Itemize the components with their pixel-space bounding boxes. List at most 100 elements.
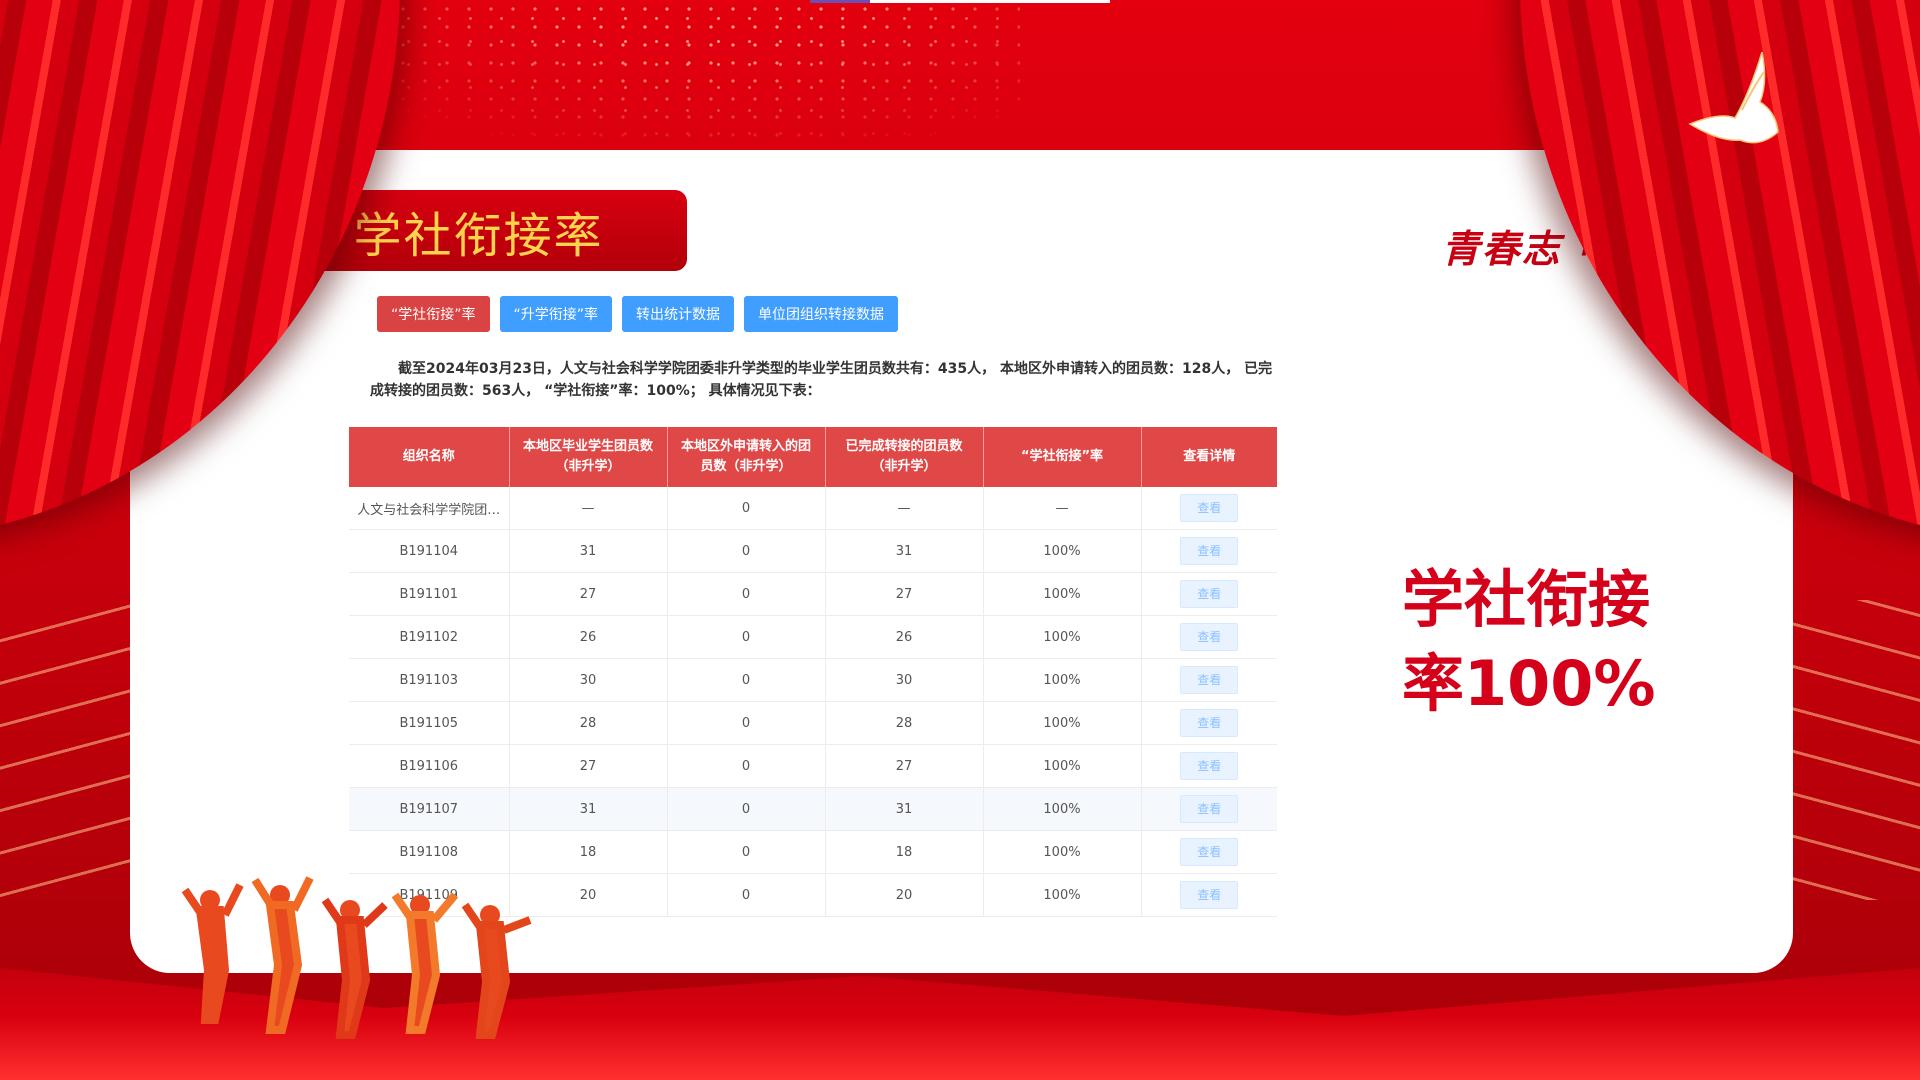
table-cell: 查看 (1141, 658, 1277, 702)
table-row: 人文与社会科学学院团… —0— — 查看 (349, 487, 1277, 530)
table-cell: 人文与社会科学学院团… (349, 487, 510, 530)
table-cell: 0 (667, 658, 826, 702)
table-cell: 28 (509, 701, 668, 745)
table-cell: 100% (983, 572, 1142, 616)
view-detail-button[interactable]: 查看 (1180, 623, 1239, 651)
table-row: B191108 18 0 18 100% 查看 (349, 830, 1277, 874)
table-cell: 28 (825, 701, 984, 745)
column-header: 组织名称 (349, 427, 510, 487)
table-cell: 30 (825, 658, 984, 702)
table-cell: 查看 (1141, 830, 1277, 874)
table-row: B191104 31 0 31 100% 查看 (349, 529, 1277, 573)
summary-text: 截至2024年03月23日，人文与社会科学学院团委非升学类型的毕业学生团员数共有… (370, 361, 1273, 399)
tab-bar: “学社衔接”率 “升学衔接”率 转出统计数据 单位团组织转接数据 (377, 296, 899, 332)
table-cell: 100% (983, 658, 1142, 702)
view-detail-button[interactable]: 查看 (1180, 752, 1239, 780)
column-header: “学社衔接”率 (983, 427, 1142, 487)
table-header-row: 组织名称 本地区毕业学生团员数（非升学） 本地区外申请转入的团员数（非升学） 已… (349, 427, 1277, 487)
table-cell: 27 (825, 744, 984, 788)
table-cell: 0 (667, 830, 826, 874)
table-cell: B191103 (349, 658, 510, 702)
table-cell: 27 (509, 744, 668, 788)
table-row: B191101 27 0 27 100% 查看 (349, 572, 1277, 616)
tab-unit-transfer-data[interactable]: 单位团组织转接数据 (744, 296, 899, 332)
table-cell: 0 (667, 615, 826, 659)
big-rate-line1: 学社衔接 (1402, 563, 1651, 636)
table-cell: 查看 (1141, 572, 1277, 616)
table-cell: 查看 (1141, 701, 1277, 745)
table-cell: 31 (509, 529, 668, 573)
table-row: B191106 27 0 27 100% 查看 (349, 744, 1277, 788)
table-cell: 31 (825, 787, 984, 831)
column-header: 本地区毕业学生团员数（非升学） (509, 427, 668, 487)
table-cell: 100% (983, 744, 1142, 788)
table-row: B191105 28 0 28 100% 查看 (349, 701, 1277, 745)
table-cell: 查看 (1141, 873, 1277, 917)
page-title: 学社衔接率 (353, 207, 604, 264)
transfer-table: 组织名称 本地区毕业学生团员数（非升学） 本地区外申请转入的团员数（非升学） 已… (349, 427, 1277, 917)
table-cell: 0 (667, 787, 826, 831)
table-cell: 0 (667, 701, 826, 745)
content-card: 学社衔接率 青春志 中国梦 “学社衔接”率 “升学衔接”率 转出统计数据 单位团… (130, 150, 1793, 973)
dove-icon (1688, 52, 1779, 144)
table-cell: 查看 (1141, 744, 1277, 788)
table-cell: 查看 (1141, 615, 1277, 659)
table-row: B191107 31 0 31 100% 查看 (349, 787, 1277, 831)
tab-xueshe-rate[interactable]: “学社衔接”率 (377, 296, 490, 332)
table-cell: 31 (825, 529, 984, 573)
table-cell: B191102 (349, 615, 510, 659)
table-body: 人文与社会科学学院团… —0— — 查看 B191104 31 0 31 100% 查看 B1911… (349, 487, 1277, 917)
table-cell: 18 (825, 830, 984, 874)
column-header: 本地区外申请转入的团员数（非升学） (667, 427, 826, 487)
table-cell: B191107 (349, 787, 510, 831)
big-rate-callout: 学社衔接 率100% (1402, 558, 1702, 726)
table-cell: 100% (983, 615, 1142, 659)
table-cell: 100% (983, 787, 1142, 831)
table-cell: 0 (667, 744, 826, 788)
table-cell: B191101 (349, 572, 510, 616)
table-cell: — (825, 487, 984, 530)
table-cell: 27 (509, 572, 668, 616)
table-row: B191102 26 0 26 100% 查看 (349, 615, 1277, 659)
table-cell: 31 (509, 787, 668, 831)
table-cell: 27 (825, 572, 984, 616)
table-cell: 0 (667, 873, 826, 917)
table-cell: 100% (983, 529, 1142, 573)
table-cell: 查看 (1141, 487, 1277, 530)
view-detail-button[interactable]: 查看 (1180, 709, 1239, 737)
tab-transfer-out-stats[interactable]: 转出统计数据 (622, 296, 735, 332)
table-row: B191103 30 0 30 100% 查看 (349, 658, 1277, 702)
tab-shengxue-rate[interactable]: “升学衔接”率 (499, 296, 613, 332)
table-cell: B191105 (349, 701, 510, 745)
table-cell: 30 (509, 658, 668, 702)
table-cell: 0 (667, 487, 826, 530)
view-detail-button[interactable]: 查看 (1180, 494, 1239, 522)
table-cell: B191108 (349, 830, 510, 874)
table-cell: 100% (983, 701, 1142, 745)
table-cell: — (983, 487, 1142, 530)
big-rate-line2: 率100% (1402, 647, 1656, 720)
table-cell: B191104 (349, 529, 510, 573)
view-detail-button[interactable]: 查看 (1180, 795, 1239, 823)
column-header: 已完成转接的团员数（非升学） (825, 427, 984, 487)
dancers-silhouette-icon (181, 876, 532, 1039)
table-cell: 26 (825, 615, 984, 659)
table-cell: 100% (983, 830, 1142, 874)
table-cell: 26 (509, 615, 668, 659)
table-cell: 0 (667, 529, 826, 573)
column-header: 查看详情 (1141, 427, 1277, 487)
table-cell: 20 (825, 873, 984, 917)
table-cell: 0 (667, 572, 826, 616)
top-line-decoration (810, 0, 1110, 3)
view-detail-button[interactable]: 查看 (1180, 881, 1239, 909)
view-detail-button[interactable]: 查看 (1180, 580, 1239, 608)
view-detail-button[interactable]: 查看 (1180, 537, 1239, 565)
table-cell: 100% (983, 873, 1142, 917)
view-detail-button[interactable]: 查看 (1180, 666, 1239, 694)
table-cell: — (509, 487, 668, 530)
table-cell: B191106 (349, 744, 510, 788)
view-detail-button[interactable]: 查看 (1180, 838, 1239, 866)
table-cell: 18 (509, 830, 668, 874)
table-cell: 查看 (1141, 529, 1277, 573)
slide-stage: 学社衔接率 青春志 中国梦 “学社衔接”率 “升学衔接”率 转出统计数据 单位团… (0, 0, 1920, 1080)
